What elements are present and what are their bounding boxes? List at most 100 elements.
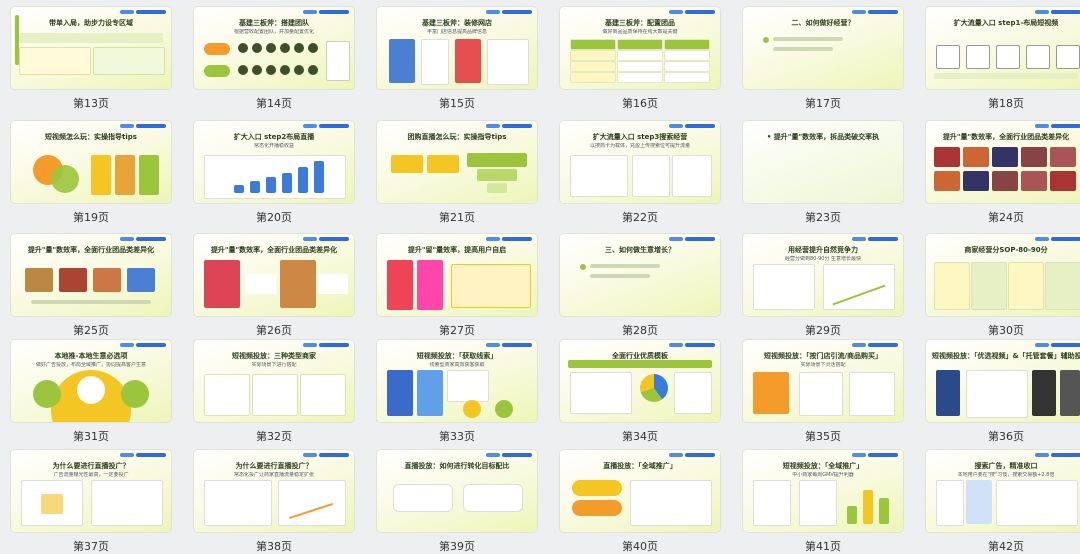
brand-logo-icon <box>502 343 532 347</box>
page-number-label: 第16页 <box>622 97 658 110</box>
slide-preview[interactable]: 短视频投放：「按门店引流/商品购买」 实际场景下灵活搭配 <box>743 340 903 422</box>
thumb-graphic <box>572 480 622 496</box>
slide-preview[interactable]: 短视频怎么玩：实操指导tips <box>11 121 171 203</box>
thumb-graphic <box>294 65 304 75</box>
thumb-graphic <box>204 260 240 308</box>
thumb-graphic <box>280 65 290 75</box>
thumb-graphic <box>1050 171 1076 191</box>
slide-title: 直播投放：如何进行转化目标配比 <box>404 462 510 470</box>
slide-preview[interactable]: 提升"量"数效率，全面行业团品类差异化 <box>11 234 171 316</box>
thumb-graphic <box>863 490 873 524</box>
slide-subtitle: 做好广告投放，布局全域推广，协同提高客户生意 <box>35 362 146 368</box>
thumb-graphic <box>936 480 964 526</box>
slide-preview[interactable]: 商家经营分SOP-80-90分 <box>926 234 1080 316</box>
page-number-label: 第22页 <box>622 211 658 224</box>
slide-preview[interactable]: 带单入局，助步力设专区域 <box>11 7 171 89</box>
slide-preview[interactable]: • 提升"量"数效率，拆品类破交率执 <box>743 121 903 203</box>
slide-title: 短视频投放：「获取线索」 <box>416 352 498 360</box>
slide-title: 本地推-本地生意必选项 <box>54 352 128 360</box>
thumb-graphic <box>963 147 989 167</box>
thumb-graphic <box>308 43 318 53</box>
slide-preview[interactable]: 团购直播怎么玩：实操指导tips <box>377 121 537 203</box>
slide-title: 基建三板斧：搭建团队 <box>239 19 309 27</box>
slide-preview[interactable]: 二、如何做好经营？ <box>743 7 903 89</box>
thumb-graphic <box>477 169 517 181</box>
slide-preview[interactable]: 三、如何做生意增长？ <box>560 234 720 316</box>
page-number-label: 第27页 <box>439 324 475 337</box>
brand-logo-icon <box>1051 10 1080 14</box>
slide-title: 短视频投放：三种类型商家 <box>232 352 316 360</box>
page-number-label: 第40页 <box>622 540 658 553</box>
page-number-label: 第20页 <box>256 211 292 224</box>
brand-logo-icon <box>685 124 715 128</box>
thumb-graphic <box>966 370 1028 418</box>
thumb-graphic <box>252 65 262 75</box>
slide-preview[interactable]: 直播投放：如何进行转化目标配比 <box>377 450 537 532</box>
slide-preview[interactable]: 基建三板斧：搭建团队 根据营收配置团队，并加量配置优化 <box>194 7 354 89</box>
brand-logo-icon <box>502 10 532 14</box>
slide-preview[interactable]: 短视频投放：「获取线索」 线索型商家高效获客获取 <box>377 340 537 422</box>
thumb-graphic <box>467 153 527 167</box>
thumb-graphic <box>238 43 248 53</box>
thumb-graphic <box>41 494 63 514</box>
brand-logo-icon <box>868 237 898 241</box>
thumb-graphic <box>282 173 292 193</box>
page-number-label: 第26页 <box>256 324 292 337</box>
slide-subtitle: 实际场景下进行搭配 <box>251 362 297 368</box>
partner-logo-icon <box>486 343 500 347</box>
thumb-graphic <box>391 155 423 173</box>
slide-preview[interactable]: 全面行业优质模板 <box>560 340 720 422</box>
slide-preview[interactable]: 扩大入口 step2布局直播 常态化开播稳收益 <box>194 121 354 203</box>
thumb-graphic <box>664 39 710 50</box>
thumb-graphic <box>463 400 481 418</box>
slide-preview[interactable]: 提升"量"数效率，全面行业团品类差异化 <box>194 234 354 316</box>
partner-logo-icon <box>303 237 317 241</box>
slide-preview[interactable]: 直播投放：「全域推广」 <box>560 450 720 532</box>
slide-preview[interactable]: 短视频投放：「全域推广」 中小商家每周GMV提升利器 <box>743 450 903 532</box>
slide-preview[interactable]: 短视频投放：「优选视频」&「托管套餐」辅助投放 <box>926 340 1080 422</box>
thumb-graphic <box>389 39 415 83</box>
slide-preview[interactable]: 为什么要进行直播投广？ 广告流量曝光性最高，一定要投广 <box>11 450 171 532</box>
slide-preview[interactable]: 扩大流量入口 step1-布局短视频 <box>926 7 1080 89</box>
thumb-graphic <box>617 72 663 83</box>
thumb-graphic <box>570 39 616 50</box>
thumb-graphic <box>298 167 308 193</box>
thumb-graphic <box>93 268 121 292</box>
partner-logo-icon <box>852 237 866 241</box>
slide-title: 扩大入口 step2布局直播 <box>233 133 315 141</box>
slide-preview[interactable]: 提升"留"量效率，提高用户自启 <box>377 234 537 316</box>
thumb-graphic <box>992 147 1018 167</box>
partner-logo-icon <box>120 10 134 14</box>
slide-preview[interactable]: 本地推-本地生意必选项做好广告投放，布局全域推广，协同提高客户生意 <box>11 340 171 422</box>
slide-preview[interactable]: 基建三板斧：配置团品 做好商品品质保持在线大数是关键 <box>560 7 720 89</box>
page-number-label: 第18页 <box>988 97 1024 110</box>
thumb-graphic <box>753 264 815 310</box>
slide-subtitle: 中小商家每周GMV提升利器 <box>792 472 854 478</box>
slide-title: 短视频怎么玩：实操指导tips <box>45 133 137 141</box>
thumb-graphic <box>996 480 1078 526</box>
partner-logo-icon <box>669 453 683 457</box>
thumb-graphic <box>672 155 712 197</box>
slide-preview[interactable]: 用经营提升自然竞争力 经营分做到80-90分 生意增长最快 <box>743 234 903 316</box>
thumb-graphic <box>1021 147 1047 167</box>
slide-subtitle: 根据营收配置团队，并加量配置优化 <box>233 29 314 35</box>
slide-preview[interactable]: 搜索广告，精准收口 本地用户要在"搜"习惯，搜索交易额+2.8倍 <box>926 450 1080 532</box>
slide-subtitle: 丰富门店信息提高品牌信息 <box>426 29 487 35</box>
partner-logo-icon <box>1035 10 1049 14</box>
slide-preview[interactable]: 短视频投放：三种类型商家 实际场景下进行搭配 <box>194 340 354 422</box>
partner-logo-icon <box>486 10 500 14</box>
brand-logo-icon <box>502 237 532 241</box>
slide-preview[interactable]: 为什么要进行直播投广？ 常态化投广让商家直播流量稳定扩张 <box>194 450 354 532</box>
partner-logo-icon <box>852 10 866 14</box>
thumb-graphic <box>590 264 660 268</box>
thumb-graphic <box>393 484 453 512</box>
thumb-graphic <box>326 41 350 81</box>
slide-preview[interactable]: 扩大流量入口 step3搜索经营 以搜商卡为载体，充盈上传搜索位可提升流量 <box>560 121 720 203</box>
slide-preview[interactable]: 基建三板斧：装修网店 丰富门店信息提高品牌信息 <box>377 7 537 89</box>
thumb-graphic <box>996 45 1020 69</box>
slide-title: 基建三板斧：装修网店 <box>422 19 492 27</box>
thumb-graphic <box>463 484 523 512</box>
slide-preview[interactable]: 提升"量"数效率，全面行业团品类差异化 <box>926 121 1080 203</box>
brand-logo-icon <box>319 10 349 14</box>
partner-logo-icon <box>1035 453 1049 457</box>
